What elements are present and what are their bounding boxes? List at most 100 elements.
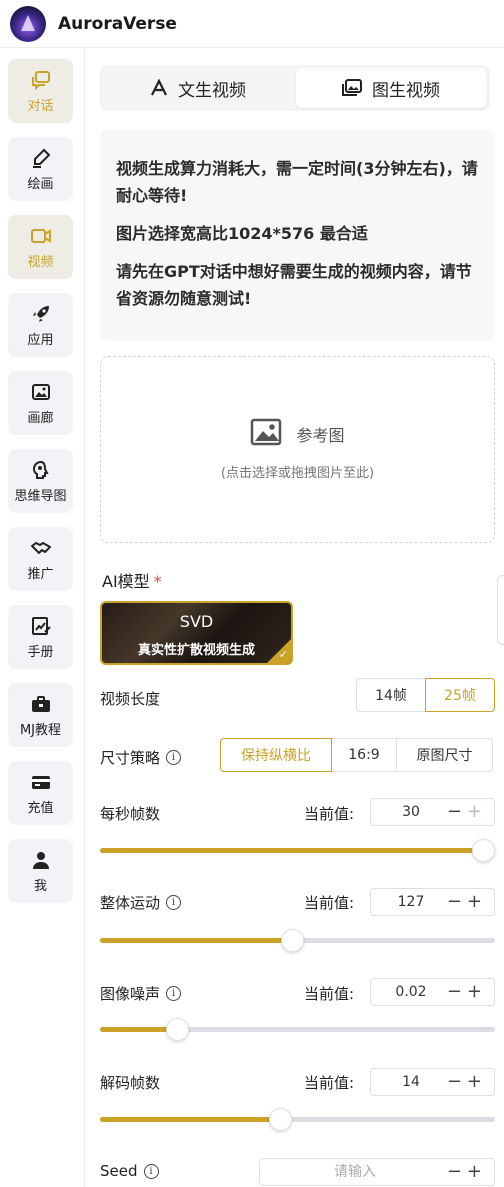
minus-icon[interactable]: − [447,979,462,1005]
current-value-label: 当前值: [304,805,355,823]
upload-label: 参考图 [296,426,345,445]
sidebar-item-chat[interactable]: 对话 [8,59,73,123]
image-icon [342,79,362,97]
option-14-frames[interactable]: 14帧 [356,678,426,712]
info-icon[interactable]: i [166,750,182,765]
rocket-icon [30,303,52,325]
sidebar-item-me[interactable]: 我 [8,839,73,903]
fps-stepper[interactable]: 30 − + [370,798,495,826]
minus-icon[interactable]: − [447,799,462,825]
sidebar-item-label: 思维导图 [14,488,67,504]
notice-line: 请先在GPT对话中想好需要生成的视频内容，请节省资源勿随意测试! [116,262,472,308]
picture-icon [250,418,282,450]
current-value-label: 当前值: [304,1074,355,1092]
sidebar-item-label: 我 [33,878,47,894]
noise-value[interactable]: 0.02 [371,979,451,1005]
motion-label: 整体运动 i [100,892,182,913]
user-icon [30,849,52,871]
tab-label: 图生视频 [372,80,440,101]
gallery-icon [30,381,52,403]
plus-icon[interactable]: + [467,889,482,915]
option-keep-aspect[interactable]: 保持纵横比 [220,738,332,772]
sidebar-item-label: 推广 [27,566,54,582]
video-length-selector: 14帧 25帧 [356,678,495,712]
current-value-label: 当前值: [304,985,355,1003]
slider-thumb[interactable] [269,1108,292,1131]
model-card-svd[interactable]: SVD 真实性扩散视频生成 ✓ [100,601,293,665]
tab-image-to-video[interactable]: 图生视频 [296,68,486,108]
plus-icon[interactable]: + [467,799,482,825]
slider-thumb[interactable] [166,1018,189,1041]
sidebar-item-promote[interactable]: 推广 [8,527,73,591]
mindmap-icon [30,459,52,481]
model-description: 真实性扩散视频生成 [137,643,255,658]
sidebar-item-label: 画廊 [27,410,54,426]
image-upload-dropzone[interactable]: 参考图 (点击选择或拖拽图片至此) [100,356,495,543]
card-icon [30,771,52,793]
sidebar-item-label: 应用 [27,332,54,348]
app-header: AuroraVerse [0,0,504,48]
sidebar-item-recharge[interactable]: 充值 [8,761,73,825]
plus-icon[interactable]: + [467,1159,482,1185]
mode-tabs: 文生视频 图生视频 [100,65,490,111]
option-16-9[interactable]: 16:9 [331,738,397,772]
size-strategy-label: 尺寸策略 i [100,747,182,768]
tab-text-to-video[interactable]: 文生视频 [104,68,292,108]
video-icon [30,225,52,247]
sidebar-item-gallery[interactable]: 画廊 [8,371,73,435]
seed-input[interactable]: 请输入 − + [259,1158,495,1186]
seed-placeholder[interactable]: 请输入 [260,1159,450,1185]
handshake-icon [30,537,52,559]
info-icon[interactable]: i [143,1163,159,1179]
fps-slider[interactable] [100,839,495,863]
model-name: SVD [179,612,214,631]
option-original-size[interactable]: 原图尺寸 [396,738,493,772]
option-25-frames[interactable]: 25帧 [425,678,495,712]
size-strategy-selector: 保持纵横比 16:9 原图尺寸 [220,738,493,772]
slider-thumb[interactable] [281,929,304,952]
motion-slider[interactable] [100,929,495,953]
decode-label: 解码帧数 [100,1074,161,1092]
info-icon[interactable]: i [166,895,182,910]
fps-value[interactable]: 30 [371,799,451,825]
manual-icon [30,615,52,637]
minus-icon[interactable]: − [447,889,462,915]
noise-stepper[interactable]: 0.02 − + [370,978,495,1006]
sidebar: 对话 绘画 视频 应用 画廊 思维导图 推广 手册 MJ教程 充值 我 [0,48,85,1187]
sidebar-item-label: 视频 [27,254,54,270]
text-icon [150,79,168,97]
sidebar-item-draw[interactable]: 绘画 [8,137,73,201]
sidebar-item-mj-tutorial[interactable]: MJ教程 [8,683,73,747]
side-scroll-handle[interactable] [497,575,504,645]
sidebar-item-mindmap[interactable]: 思维导图 [8,449,73,513]
minus-icon[interactable]: − [447,1069,462,1095]
seed-label: Seed i [100,1162,159,1180]
sidebar-item-label: MJ教程 [19,722,62,738]
tab-label: 文生视频 [178,80,246,101]
noise-label: 图像噪声 i [100,983,182,1004]
app-logo[interactable] [10,5,46,42]
model-label: AI模型 * [102,572,162,591]
sidebar-item-apps[interactable]: 应用 [8,293,73,357]
current-value-label: 当前值: [304,894,355,912]
noise-slider[interactable] [100,1018,495,1042]
decode-stepper[interactable]: 14 − + [370,1068,495,1096]
decode-slider[interactable] [100,1108,495,1132]
minus-icon[interactable]: − [447,1159,462,1185]
check-icon: ✓ [278,648,288,661]
toolbox-icon [30,693,52,715]
sidebar-item-manual[interactable]: 手册 [8,605,73,669]
upload-hint: (点击选择或拖拽图片至此) [220,466,375,481]
slider-thumb[interactable] [472,839,495,862]
notice-line: 图片选择宽高比1024*576 最合适 [116,224,368,243]
motion-stepper[interactable]: 127 − + [370,888,495,916]
motion-value[interactable]: 127 [371,889,451,915]
video-length-label: 视频长度 [100,690,161,708]
plus-icon[interactable]: + [467,979,482,1005]
notice-box: 视频生成算力消耗大，需一定时间(3分钟左右)，请耐心等待! 图片选择宽高比102… [100,129,495,341]
plus-icon[interactable]: + [467,1069,482,1095]
sidebar-item-video[interactable]: 视频 [8,215,73,279]
decode-value[interactable]: 14 [371,1069,451,1095]
notice-line: 视频生成算力消耗大，需一定时间(3分钟左右)，请耐心等待! [116,159,478,205]
info-icon[interactable]: i [166,986,182,1001]
